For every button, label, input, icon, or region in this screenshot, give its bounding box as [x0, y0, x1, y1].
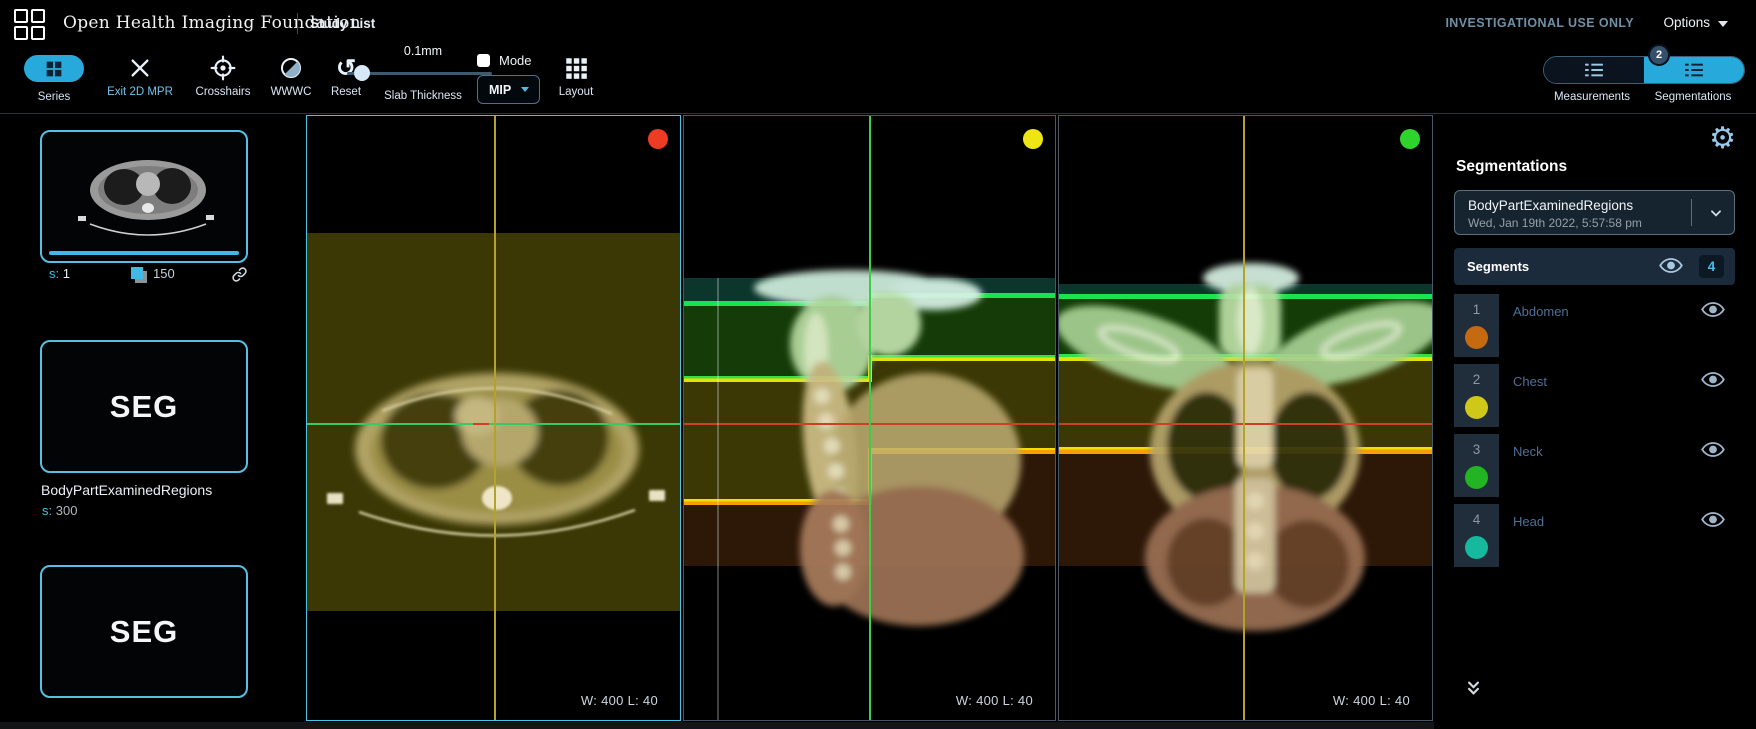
series-number: 1	[62, 266, 70, 281]
series-thumbnail-seg-1[interactable]: SEG	[40, 340, 248, 473]
window-level-text: W: 400 L: 40	[1332, 693, 1410, 708]
viewport-sagittal[interactable]: W: 400 L: 40	[683, 115, 1056, 721]
seg-modality-label: SEG	[109, 613, 179, 649]
axial-reference-line[interactable]	[1059, 423, 1432, 425]
segmentation-panel: ⚙ Segmentations BodyPartExaminedRegions …	[1434, 114, 1756, 729]
viewport-color-dot	[648, 129, 668, 149]
segmentations-count-badge: 2	[1648, 44, 1670, 66]
segments-header: Segments 4	[1454, 248, 1735, 285]
slab-thickness-value: 0.1mm	[403, 44, 443, 58]
thumbnail-scroll-bar	[49, 251, 239, 255]
slider-thumb[interactable]	[354, 65, 370, 81]
segment-label: Head	[1513, 514, 1545, 529]
close-x-icon	[95, 53, 185, 83]
segment-row-abdomen[interactable]: 1 Abdomen	[1454, 294, 1735, 357]
segment-color-swatch[interactable]	[1465, 326, 1488, 349]
slab-thickness-slider[interactable]	[347, 65, 492, 81]
layout-grid-icon	[545, 53, 607, 83]
ct-coronal-image	[1059, 263, 1432, 631]
list-icon	[1585, 63, 1603, 77]
coronal-reference-line[interactable]	[869, 116, 871, 720]
segment-color-swatch[interactable]	[1465, 396, 1488, 419]
window-level-text: W: 400 L: 40	[955, 693, 1033, 708]
segmentations-label: Segmentations	[1654, 91, 1732, 103]
chevron-down-icon[interactable]	[1709, 206, 1723, 225]
sagittal-reference-line[interactable]	[1243, 116, 1245, 720]
series-thumbnail-ct[interactable]	[40, 130, 248, 263]
dropdown-divider	[1691, 199, 1692, 226]
ohif-logo-icon	[14, 9, 45, 40]
viewport-axial[interactable]: W: 400 L: 40	[306, 115, 681, 721]
instances-stack-icon	[130, 266, 149, 288]
exit-2d-mpr-button[interactable]: Exit 2D MPR	[95, 53, 185, 98]
seg-modality-label: SEG	[109, 388, 179, 424]
segment-color-swatch[interactable]	[1465, 466, 1488, 489]
segments-count: 4	[1699, 255, 1724, 278]
segment-visibility-eye-icon[interactable]	[1701, 371, 1725, 393]
series-info-row: s: 1 150	[40, 266, 250, 288]
sagittal-reference-line[interactable]	[494, 116, 496, 720]
series-thumbnail-seg-2[interactable]: SEG	[40, 565, 248, 698]
viewport-coronal[interactable]: W: 400 L: 40	[1058, 115, 1433, 721]
segment-label: Neck	[1513, 444, 1543, 459]
segment-row-chest[interactable]: 2 Chest	[1454, 364, 1735, 427]
segment-visibility-eye-icon[interactable]	[1701, 301, 1725, 323]
mode-checkbox[interactable]	[477, 54, 490, 67]
segment-label: Chest	[1513, 374, 1547, 389]
layout-button[interactable]: Layout	[545, 53, 607, 98]
header-divider	[297, 13, 298, 34]
segmentation-name: BodyPartExaminedRegions	[1468, 198, 1634, 213]
toggle-all-visibility-eye-icon[interactable]	[1659, 257, 1683, 279]
segment-visibility-eye-icon[interactable]	[1701, 511, 1725, 533]
list-icon	[1685, 63, 1703, 77]
mode-checkbox-group[interactable]: Mode	[477, 53, 532, 68]
seg-series-info: s: 300	[42, 503, 78, 518]
segment-color-swatch[interactable]	[1465, 536, 1488, 559]
measurements-panel-toggle[interactable]	[1544, 57, 1644, 83]
study-browser-sidebar: s: 1 150 SEG BodyPartExaminedRegions s: …	[0, 114, 306, 729]
header: Open Health Imaging Foundation Study Lis…	[0, 0, 1756, 47]
segments-header-label: Segments	[1467, 259, 1530, 274]
instances-count: 150	[153, 266, 175, 281]
options-menu[interactable]: Options	[1663, 15, 1728, 30]
crosshair-center-marker	[473, 423, 489, 425]
segment-row-neck[interactable]: 3 Neck	[1454, 434, 1735, 497]
chevron-down-icon	[521, 87, 530, 92]
series-button[interactable]	[24, 55, 84, 82]
chevron-down-icon	[1718, 21, 1728, 27]
mode-label: Mode	[499, 53, 532, 68]
slab-reference-line	[717, 278, 719, 720]
double-chevron-down-icon[interactable]	[1466, 680, 1481, 701]
segment-label: Abdomen	[1513, 304, 1569, 319]
investigational-label: INVESTIGATIONAL USE ONLY	[1445, 16, 1634, 30]
ct-axial-thumbnail-image	[78, 160, 214, 236]
window-level-text: W: 400 L: 40	[580, 693, 658, 708]
series-prefix: s:	[49, 266, 60, 281]
ohif-viewer-app: Open Health Imaging Foundation Study Lis…	[0, 0, 1756, 729]
toolbar: Series Exit 2D MPR Crosshairs WWWC ↺ Res…	[0, 44, 1756, 114]
gear-icon[interactable]: ⚙	[1709, 124, 1736, 154]
link-icon[interactable]	[231, 266, 248, 286]
study-list-link[interactable]: Study List	[310, 16, 375, 31]
mip-dropdown[interactable]: MIP	[477, 75, 540, 104]
panel-toggle: 2	[1543, 44, 1745, 84]
series-grid-icon	[46, 61, 62, 76]
segmentation-dropdown[interactable]: BodyPartExaminedRegions Wed, Jan 19th 20…	[1454, 190, 1735, 235]
viewport-color-dot	[1023, 129, 1043, 149]
viewport-color-dot	[1400, 129, 1420, 149]
series-label: Series	[37, 91, 71, 103]
panel-title: Segmentations	[1456, 158, 1568, 175]
segment-visibility-eye-icon[interactable]	[1701, 441, 1725, 463]
slab-thickness-label: Slab Thickness	[384, 90, 462, 102]
viewport-grid: W: 400 L: 40 W: 400 L: 40 W: 400 L: 40	[306, 115, 1435, 722]
segmentation-timestamp: Wed, Jan 19th 2022, 5:57:58 pm	[1468, 216, 1642, 230]
seg-series-description: BodyPartExaminedRegions	[41, 482, 213, 498]
segment-row-head[interactable]: 4 Head	[1454, 504, 1735, 567]
